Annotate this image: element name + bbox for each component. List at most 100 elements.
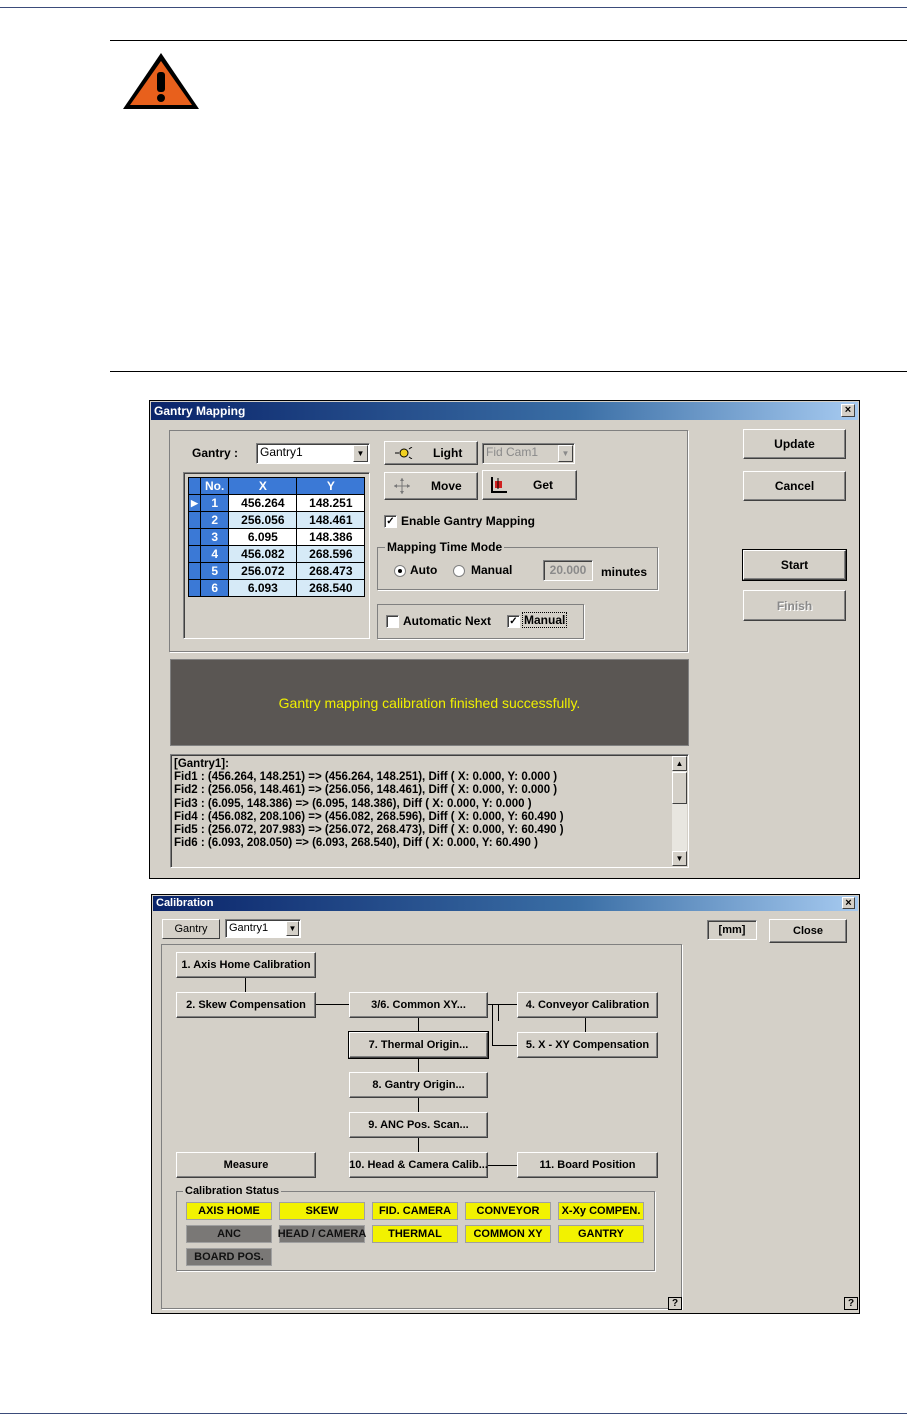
cell-no: 3 bbox=[199, 528, 230, 546]
col-no-header: No. bbox=[199, 477, 230, 495]
cell-x[interactable]: 6.093 bbox=[228, 579, 298, 597]
cell-x[interactable]: 456.264 bbox=[228, 494, 298, 512]
fiducial-table: No. X Y ▶ 1 456.264 148.251 2 256.056 14… bbox=[188, 477, 366, 597]
move-button[interactable]: Move bbox=[384, 472, 478, 500]
mapping-time-mode-label: Mapping Time Mode bbox=[385, 540, 505, 554]
cell-y[interactable]: 148.386 bbox=[296, 528, 366, 546]
status-badge: SKEW bbox=[279, 1202, 365, 1220]
chevron-down-icon: ▼ bbox=[286, 921, 299, 936]
cell-y[interactable]: 148.251 bbox=[296, 494, 366, 512]
table-header-row: No. X Y bbox=[188, 477, 366, 495]
update-button[interactable]: Update bbox=[743, 429, 846, 459]
gantry-label: Gantry : bbox=[192, 446, 239, 460]
cell-y[interactable]: 268.473 bbox=[296, 562, 366, 580]
gantry-origin-button[interactable]: 8. Gantry Origin... bbox=[349, 1072, 488, 1098]
skew-compensation-button[interactable]: 2. Skew Compensation bbox=[176, 992, 316, 1018]
scroll-up-icon[interactable]: ▲ bbox=[672, 756, 687, 771]
cell-no: 1 bbox=[199, 494, 230, 512]
connector bbox=[498, 1004, 499, 1021]
conveyor-calibration-button[interactable]: 4. Conveyor Calibration bbox=[517, 992, 658, 1018]
row-selector bbox=[188, 528, 201, 546]
gantry-select[interactable]: Gantry1 ▼ bbox=[256, 443, 370, 464]
auto-label: Auto bbox=[410, 563, 438, 577]
get-button[interactable]: Get bbox=[482, 470, 577, 500]
anc-pos-scan-button[interactable]: 9. ANC Pos. Scan... bbox=[349, 1112, 488, 1138]
get-label: Get bbox=[533, 478, 554, 492]
chevron-down-icon: ▼ bbox=[558, 445, 573, 462]
scroll-down-icon[interactable]: ▼ bbox=[672, 851, 687, 866]
manual-check-label: Manual bbox=[521, 612, 568, 628]
minutes-input[interactable]: 20.000 bbox=[543, 560, 593, 581]
table-row[interactable]: 3 6.095 148.386 bbox=[188, 528, 366, 546]
row-selector bbox=[188, 579, 201, 597]
move-label: Move bbox=[431, 479, 462, 493]
help-icon[interactable]: ? bbox=[844, 1297, 858, 1310]
start-button[interactable]: Start bbox=[742, 549, 847, 581]
window-title: Calibration bbox=[156, 897, 214, 909]
status-badge: CONVEYOR bbox=[465, 1202, 551, 1220]
cell-x[interactable]: 456.082 bbox=[228, 545, 298, 563]
result-log[interactable]: [Gantry1]: Fid1 : (456.264, 148.251) => … bbox=[170, 754, 689, 868]
manual-checkbox[interactable]: ✓ bbox=[507, 615, 520, 628]
row-selector-header bbox=[188, 477, 201, 495]
table-row[interactable]: 5 256.072 268.473 bbox=[188, 562, 366, 580]
axis-home-calibration-button[interactable]: 1. Axis Home Calibration bbox=[176, 952, 316, 978]
warning-icon bbox=[123, 53, 199, 109]
help-icon[interactable]: ? bbox=[668, 1297, 682, 1310]
connector bbox=[418, 1138, 419, 1153]
common-xy-button[interactable]: 3/6. Common XY... bbox=[349, 992, 488, 1018]
fiducial-table-frame: No. X Y ▶ 1 456.264 148.251 2 256.056 14… bbox=[183, 472, 370, 639]
row-selector bbox=[188, 562, 201, 580]
table-row[interactable]: 6 6.093 268.540 bbox=[188, 579, 366, 597]
calibration-titlebar: Calibration × bbox=[153, 896, 858, 911]
cancel-button[interactable]: Cancel bbox=[743, 471, 846, 501]
cell-y[interactable]: 268.596 bbox=[296, 545, 366, 563]
get-icon bbox=[491, 477, 507, 493]
cell-no: 2 bbox=[199, 511, 230, 529]
status-badge: BOARD POS. bbox=[186, 1248, 272, 1266]
thermal-origin-button[interactable]: 7. Thermal Origin... bbox=[348, 1031, 489, 1059]
head-camera-calib-button[interactable]: 10. Head & Camera Calib... bbox=[349, 1152, 488, 1178]
connector bbox=[492, 1004, 493, 1045]
cell-x[interactable]: 256.056 bbox=[228, 511, 298, 529]
board-position-button[interactable]: 11. Board Position bbox=[517, 1152, 658, 1178]
measure-button[interactable]: Measure bbox=[176, 1152, 316, 1178]
table-row[interactable]: ▶ 1 456.264 148.251 bbox=[188, 494, 366, 512]
light-label: Light bbox=[433, 446, 463, 460]
x-xy-compensation-button[interactable]: 5. X - XY Compensation bbox=[517, 1032, 658, 1058]
close-icon[interactable]: × bbox=[842, 897, 855, 909]
cell-y[interactable]: 148.461 bbox=[296, 511, 366, 529]
log-scrollbar[interactable]: ▲ ▼ bbox=[672, 756, 687, 866]
close-icon[interactable]: × bbox=[841, 404, 855, 417]
scroll-thumb[interactable] bbox=[672, 772, 687, 804]
calibration-gantry-value: Gantry1 bbox=[229, 922, 269, 934]
automatic-next-label: Automatic Next bbox=[403, 614, 492, 628]
cell-no: 5 bbox=[199, 562, 230, 580]
table-row[interactable]: 4 456.082 268.596 bbox=[188, 545, 366, 563]
status-message: Gantry mapping calibration finished succ… bbox=[278, 694, 581, 711]
enable-mapping-checkbox[interactable]: ✓ bbox=[384, 515, 397, 528]
auto-radio[interactable] bbox=[394, 565, 406, 577]
log-line: Fid1 : (456.264, 148.251) => (456.264, 1… bbox=[174, 771, 558, 784]
calibration-status-label: Calibration Status bbox=[183, 1185, 282, 1197]
status-badge: GANTRY bbox=[558, 1225, 644, 1243]
fid-camera-select: Fid Cam1 ▼ bbox=[482, 443, 575, 464]
cell-y[interactable]: 268.540 bbox=[296, 579, 366, 597]
calibration-gantry-select[interactable]: Gantry1 ▼ bbox=[225, 919, 301, 938]
status-badge: COMMON XY bbox=[465, 1225, 551, 1243]
table-row[interactable]: 2 256.056 148.461 bbox=[188, 511, 366, 529]
connector bbox=[492, 1045, 517, 1046]
light-icon bbox=[395, 447, 413, 459]
close-button[interactable]: Close bbox=[769, 919, 847, 943]
status-badge: X-Xy COMPEN. bbox=[558, 1202, 644, 1220]
tab-gantry[interactable]: Gantry bbox=[162, 919, 220, 939]
cell-x[interactable]: 6.095 bbox=[228, 528, 298, 546]
warning-top-rule bbox=[110, 40, 907, 41]
status-message-panel: Gantry mapping calibration finished succ… bbox=[170, 659, 689, 746]
automatic-next-checkbox[interactable] bbox=[386, 615, 399, 628]
log-line: Fid3 : (6.095, 148.386) => (6.095, 148.3… bbox=[174, 797, 532, 810]
finish-button[interactable]: Finish bbox=[743, 590, 846, 621]
light-button[interactable]: Light bbox=[384, 441, 478, 465]
manual-radio[interactable] bbox=[453, 565, 465, 577]
cell-x[interactable]: 256.072 bbox=[228, 562, 298, 580]
